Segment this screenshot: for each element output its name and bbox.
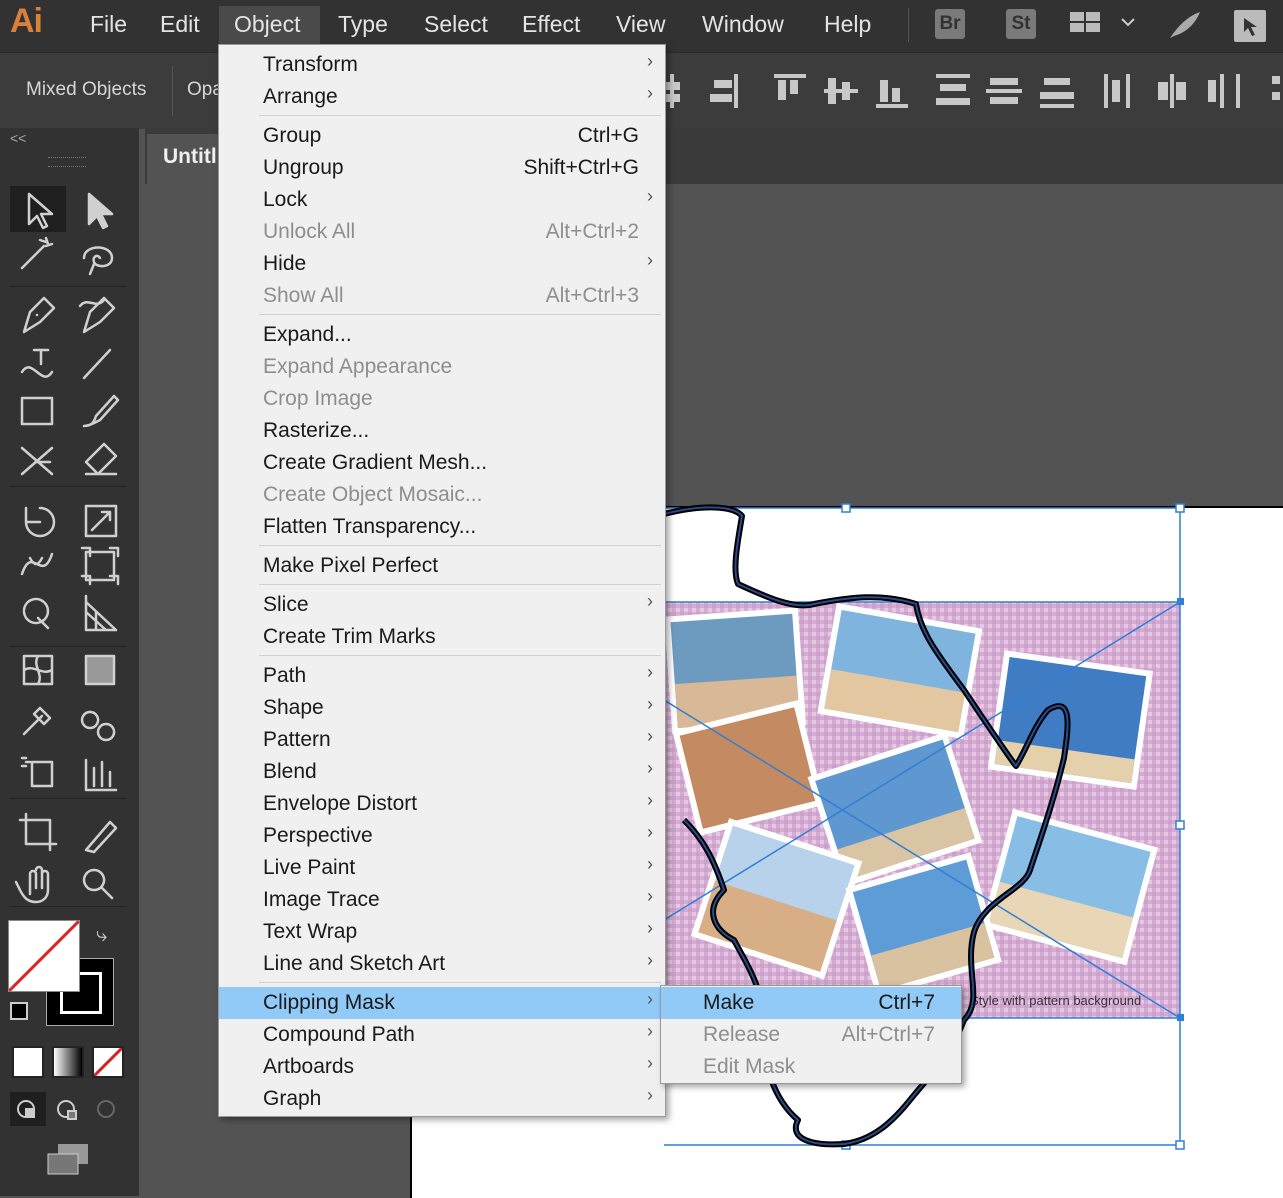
menu-item-hide[interactable]: Hide › (219, 248, 665, 280)
menu-item-blend[interactable]: Blend › (219, 756, 665, 788)
menu-item-transform[interactable]: Transform › (219, 49, 665, 81)
panel-grip[interactable] (48, 157, 86, 167)
stock-button[interactable]: St (1006, 9, 1036, 39)
menu-object[interactable]: Object (234, 11, 300, 38)
menu-item-create-object-mosaic: Create Object Mosaic... (263, 483, 483, 506)
menu-item-make-pixel-perfect[interactable]: Make Pixel Perfect (219, 550, 665, 582)
eraser-tool-icon (84, 442, 118, 476)
selection-tool-icon (27, 192, 54, 230)
artwork-caption: Style with pattern background (970, 993, 1141, 1008)
menu-item-show-all: Show All Alt+Ctrl+3 (263, 284, 639, 307)
clipping-mask-submenu: Make Ctrl+7 Release Alt+Ctrl+7 Edit Mask (660, 985, 962, 1084)
perspective-grid-icon (84, 594, 118, 632)
menu-item-path[interactable]: Path › (219, 660, 665, 692)
scale-tool-icon (84, 504, 118, 538)
submenu-item-release: Release Alt+Ctrl+7 (703, 1023, 935, 1046)
selection-type-label: Mixed Objects (26, 79, 147, 100)
line-segment-tool-icon (82, 348, 112, 380)
menu-item-perspective[interactable]: Perspective › (219, 820, 665, 852)
bridge-button[interactable]: Br (935, 9, 965, 39)
collapse-panel-icon[interactable]: << (10, 130, 26, 146)
menu-item-create-trim-marks[interactable]: Create Trim Marks (219, 621, 665, 653)
touch-type-icon (20, 348, 54, 378)
column-graph-icon (84, 758, 118, 792)
rectangle-tool-icon (20, 396, 54, 426)
feather-icon[interactable] (1166, 8, 1204, 42)
menu-item-crop-image: Crop Image (263, 387, 373, 410)
app-logo: Ai (10, 2, 43, 40)
menu-item-line-and-sketch-art[interactable]: Line and Sketch Art › (219, 948, 665, 980)
mesh-tool-icon (22, 654, 54, 686)
color-mode-icon[interactable] (12, 1046, 44, 1078)
menubar-divider (908, 8, 909, 42)
pen-tool-icon (22, 296, 56, 334)
artboard-tool-icon (18, 812, 58, 852)
menu-type[interactable]: Type (338, 11, 388, 38)
menu-view[interactable]: View (616, 11, 665, 38)
menu-item-lock[interactable]: Lock › (219, 184, 665, 216)
menu-select[interactable]: Select (424, 11, 488, 38)
width-tool-icon (20, 552, 54, 576)
menu-item-expand[interactable]: Expand... (219, 319, 665, 351)
menu-item-envelope-distort[interactable]: Envelope Distort › (219, 788, 665, 820)
magic-wand-icon (20, 236, 54, 270)
lasso-icon (82, 246, 114, 276)
gradient-tool-icon (84, 654, 116, 686)
document-title[interactable]: Untitl (163, 145, 217, 169)
default-colors-icon[interactable] (10, 1002, 28, 1020)
symbol-sprayer-icon (20, 756, 54, 788)
shape-builder-icon (22, 597, 50, 630)
workspace-switcher-icon[interactable] (1068, 10, 1142, 40)
menu-item-graph[interactable]: Graph › (219, 1083, 665, 1115)
control-divider (172, 66, 173, 116)
menu-item-text-wrap[interactable]: Text Wrap › (219, 916, 665, 948)
draw-modes-icon[interactable] (10, 1092, 126, 1126)
menu-item-pattern[interactable]: Pattern › (219, 724, 665, 756)
align-toolbar (664, 74, 1280, 108)
menu-item-flatten-transparency[interactable]: Flatten Transparency... (219, 511, 665, 543)
paintbrush-tool-icon (82, 394, 120, 428)
menu-item-ungroup[interactable]: Ungroup Shift+Ctrl+G (219, 152, 665, 184)
menu-window[interactable]: Window (702, 11, 784, 38)
menu-item-artboards[interactable]: Artboards › (219, 1051, 665, 1083)
slice-tool-icon (84, 820, 118, 854)
direct-selection-tool-icon (87, 192, 114, 230)
submenu-item-edit-mask: Edit Mask (703, 1055, 796, 1078)
menu-item-shape[interactable]: Shape › (219, 692, 665, 724)
hand-tool-icon (14, 865, 50, 904)
curvature-tool-icon (78, 296, 116, 334)
menu-effect[interactable]: Effect (522, 11, 580, 38)
menu-item-unlock-all: Unlock All Alt+Ctrl+2 (263, 220, 639, 243)
menu-item-arrange[interactable]: Arrange › (219, 81, 665, 113)
artwork-canvas[interactable]: Style with pattern background (664, 500, 1283, 1196)
eyedropper-tool-icon (22, 706, 52, 736)
none-mode-icon[interactable] (92, 1046, 124, 1078)
shaper-tool-icon (20, 446, 54, 476)
zoom-tool-icon (82, 868, 114, 900)
menu-item-compound-path[interactable]: Compound Path › (219, 1019, 665, 1051)
menu-edit[interactable]: Edit (160, 11, 200, 38)
menu-item-group[interactable]: Group Ctrl+G (219, 120, 665, 152)
blend-tool-icon (80, 710, 116, 742)
menu-item-expand-appearance: Expand Appearance (263, 355, 453, 378)
gradient-mode-icon[interactable] (52, 1046, 84, 1078)
publish-icon[interactable] (1230, 6, 1270, 46)
fill-swatch[interactable] (8, 920, 80, 992)
free-transform-icon (80, 546, 120, 586)
swap-fill-stroke-icon[interactable]: ⤷ (96, 924, 107, 947)
menu-item-slice[interactable]: Slice › (219, 589, 665, 621)
submenu-item-make[interactable]: Make Ctrl+7 (661, 987, 961, 1019)
rotate-tool-icon (24, 506, 56, 538)
object-menu: Transform › Arrange › Group Ctrl+G Ungroup S… (218, 44, 666, 1117)
menu-item-image-trace[interactable]: Image Trace › (219, 884, 665, 916)
menu-item-live-paint[interactable]: Live Paint › (219, 852, 665, 884)
screen-mode-icon[interactable] (44, 1140, 92, 1178)
menu-help[interactable]: Help (824, 11, 871, 38)
menu-item-create-gradient-mesh[interactable]: Create Gradient Mesh... (219, 447, 665, 479)
menu-item-rasterize[interactable]: Rasterize... (219, 415, 665, 447)
menu-file[interactable]: File (90, 11, 127, 38)
menu-item-clipping-mask[interactable]: Clipping Mask › (219, 987, 665, 1019)
